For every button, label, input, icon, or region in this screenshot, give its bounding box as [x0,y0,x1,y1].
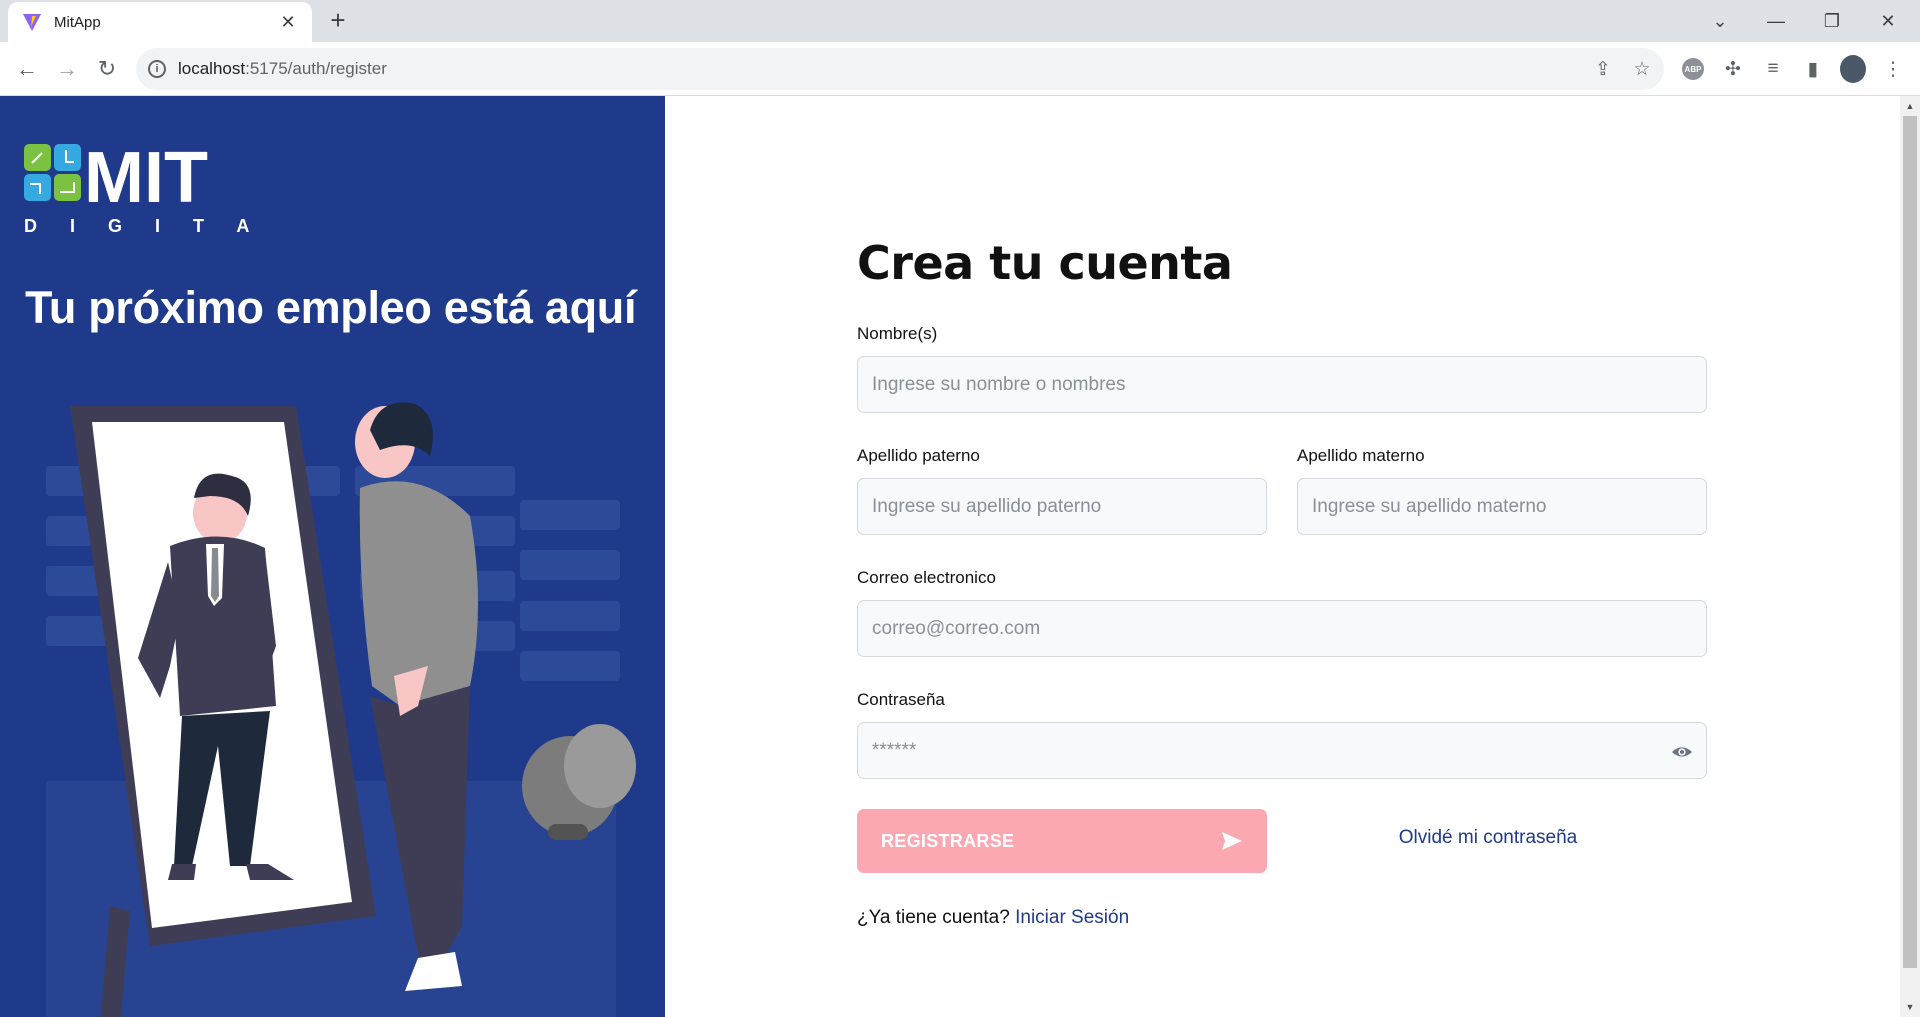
eye-icon[interactable] [1671,741,1693,763]
tab-strip: MitApp ✕ + ⌄ — ❐ ✕ [0,0,1920,42]
apellido-paterno-input[interactable] [857,478,1267,535]
email-input[interactable] [857,600,1707,657]
register-button[interactable]: REGISTRARSE [857,809,1267,873]
back-icon[interactable]: ← [10,52,44,86]
have-account-text: ¿Ya tiene cuenta? [857,907,1010,928]
mirror-illustration [46,402,636,1017]
address-bar[interactable]: i localhost:5175/auth/register ⇪ ☆ [136,48,1664,90]
forward-icon[interactable]: → [50,52,84,86]
browser-chrome: MitApp ✕ + ⌄ — ❐ ✕ ← → ↻ i localhost:517… [0,0,1920,96]
page: MIT D I G I T A L Tu próximo empleo está… [0,96,1920,1017]
correo-label: Correo electronico [857,568,996,587]
form-title: Crea tu cuenta [857,236,1233,290]
tab-title: MitApp [54,13,101,31]
apellido-materno-label: Apellido materno [1297,446,1425,465]
page-scrollbar[interactable]: ▲ ▼ [1900,96,1920,1017]
scroll-thumb[interactable] [1903,116,1917,968]
browser-tab[interactable]: MitApp ✕ [8,2,312,42]
tab-search-icon[interactable]: ⌄ [1692,0,1748,42]
password-input[interactable] [857,722,1707,779]
forgot-password-link[interactable]: Olvidé mi contraseña [1268,827,1708,849]
queue-icon[interactable]: ≡ [1760,56,1786,82]
login-link[interactable]: Iniciar Sesión [1015,907,1129,928]
hero-panel: MIT D I G I T A L Tu próximo empleo está… [0,96,665,1017]
browser-toolbar: ← → ↻ i localhost:5175/auth/register ⇪ ☆… [0,42,1920,96]
form-panel [665,96,1900,1017]
profile-avatar[interactable] [1840,55,1866,83]
share-icon[interactable]: ⇪ [1592,58,1614,80]
login-prompt: ¿Ya tiene cuenta? Iniciar Sesión [857,907,1129,929]
close-window-icon[interactable]: ✕ [1860,0,1916,42]
star-icon[interactable]: ☆ [1631,58,1653,80]
vite-favicon-icon [23,14,41,31]
menu-icon[interactable]: ⋮ [1880,56,1906,82]
hero-headline: Tu próximo empleo está aquí [25,282,637,333]
reload-icon[interactable]: ↻ [90,52,124,86]
tab-close-icon[interactable]: ✕ [278,12,298,33]
password-label: Contraseña [857,690,945,709]
logo-subtext: D I G I T A L [24,216,274,234]
send-icon [1222,832,1242,850]
nombre-input[interactable] [857,356,1707,413]
apellido-paterno-label: Apellido paterno [857,446,980,465]
logo-text: MIT [84,144,208,218]
mit-digital-logo: MIT D I G I T A L [24,144,274,234]
info-icon[interactable]: i [148,60,166,78]
scroll-up-icon[interactable]: ▲ [1900,98,1920,114]
apellido-materno-input[interactable] [1297,478,1707,535]
sidepanel-icon[interactable]: ▮ [1800,56,1826,82]
abp-icon[interactable]: ABP [1680,56,1706,82]
restore-icon[interactable]: ❐ [1804,0,1860,42]
minimize-icon[interactable]: — [1748,0,1804,42]
url-text: localhost:5175/auth/register [178,59,387,78]
puzzle-icon[interactable]: ✣ [1720,56,1746,82]
new-tab-icon[interactable]: + [324,6,352,34]
register-button-label: REGISTRARSE [881,830,1015,851]
scroll-down-icon[interactable]: ▼ [1900,999,1920,1015]
nombre-label: Nombre(s) [857,324,938,343]
register-form: Crea tu cuenta [857,236,1707,290]
